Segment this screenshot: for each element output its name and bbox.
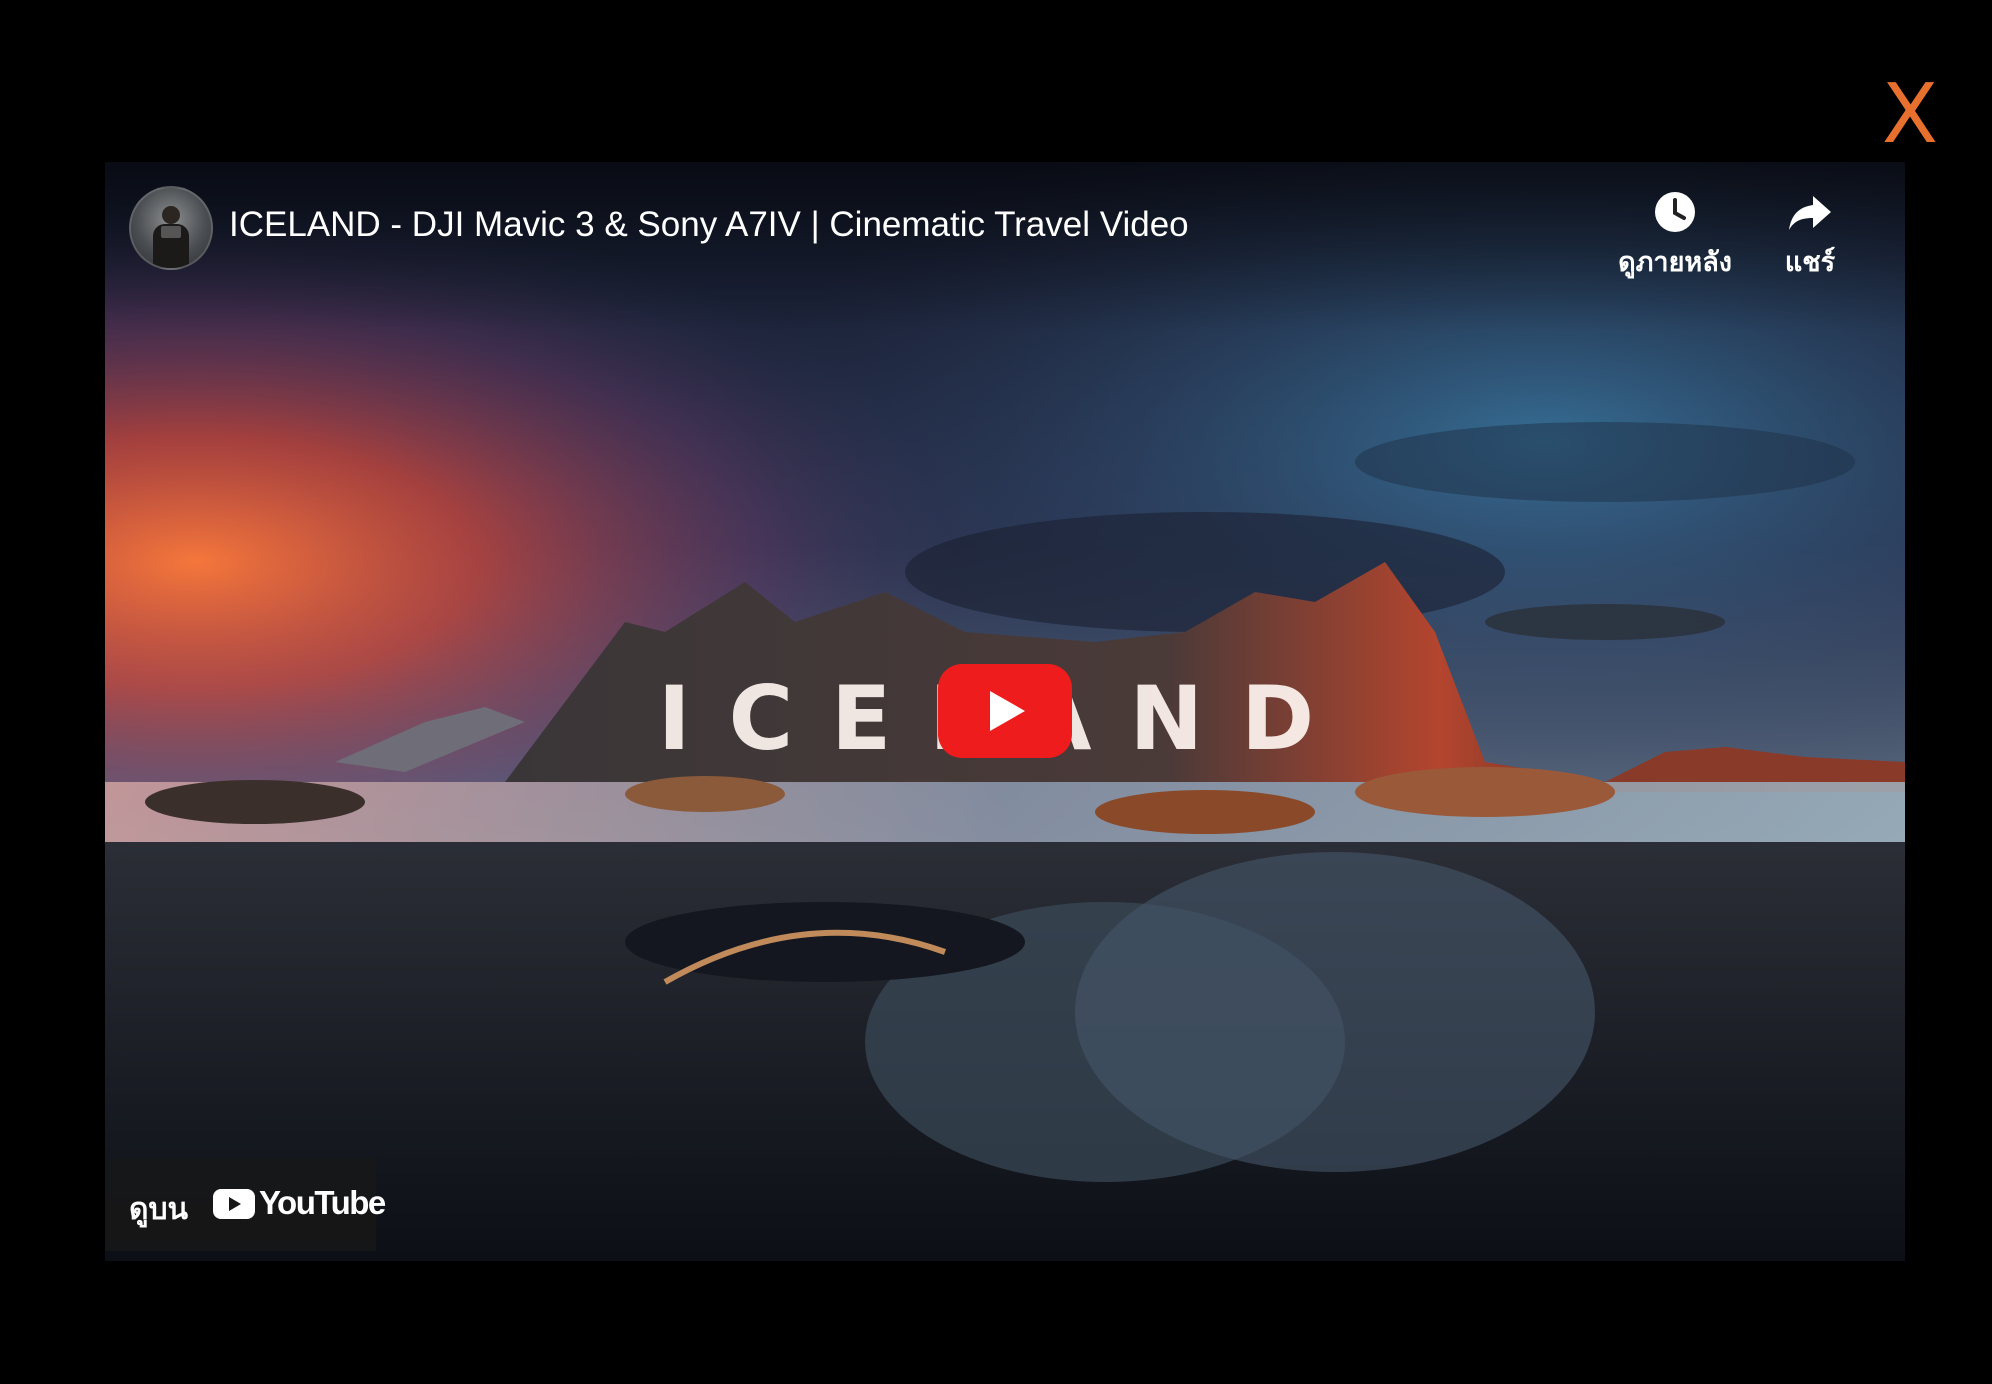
- play-button[interactable]: [938, 664, 1072, 758]
- channel-avatar[interactable]: [129, 186, 213, 270]
- play-icon: [990, 691, 1025, 731]
- clock-icon: [1655, 192, 1695, 232]
- watch-later-button[interactable]: ดูภายหลัง: [1595, 190, 1755, 283]
- watch-on-youtube-button[interactable]: ดูบน YouTube: [105, 1158, 386, 1251]
- youtube-logo-icon: [213, 1189, 255, 1219]
- video-title[interactable]: ICELAND - DJI Mavic 3 & Sony A7IV | Cine…: [229, 202, 1189, 248]
- watch-on-label: ดูบน: [129, 1193, 189, 1226]
- modal-overlay: X ICELAND - DJI Mavic 3 & Sony A7IV | Ci…: [0, 0, 1992, 1384]
- share-button[interactable]: แชร์: [1755, 190, 1865, 283]
- watch-later-label: ดูภายหลัง: [1618, 247, 1732, 277]
- video-player[interactable]: ICELAND - DJI Mavic 3 & Sony A7IV | Cine…: [105, 162, 1905, 1261]
- youtube-logo-text: YouTube: [259, 1184, 386, 1221]
- close-button[interactable]: X: [1880, 70, 1940, 160]
- share-label: แชร์: [1784, 247, 1836, 277]
- share-arrow-icon: [1789, 196, 1831, 230]
